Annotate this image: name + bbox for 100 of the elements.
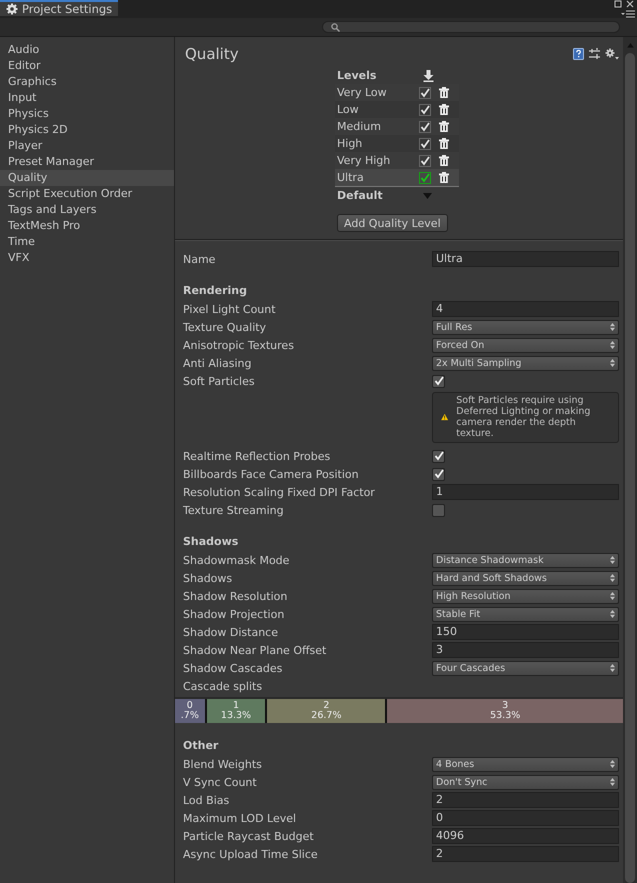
input-field[interactable]: 4096: [432, 828, 619, 844]
updown-arrows-icon: [610, 664, 615, 672]
add-quality-level-button[interactable]: Add Quality Level: [337, 214, 448, 232]
search-field[interactable]: [322, 21, 620, 33]
level-checkbox[interactable]: [419, 86, 431, 98]
trash-icon[interactable]: [439, 155, 449, 166]
property-label: Shadow Projection: [183, 608, 286, 620]
cascade-segment[interactable]: 0 .7%: [175, 699, 207, 723]
close-icon[interactable]: [626, 0, 634, 8]
property-label: Shadowmask Mode: [183, 554, 290, 566]
sidebar-item[interactable]: Time: [0, 234, 174, 250]
input-field[interactable]: 0: [432, 810, 619, 826]
cascade-percent: 13.3%: [220, 711, 252, 721]
updown-arrows-icon: [610, 760, 615, 768]
dropdown[interactable]: Forced On: [432, 338, 619, 352]
trash-icon[interactable]: [439, 172, 449, 183]
scrollbar[interactable]: [623, 37, 637, 883]
level-name: Low: [337, 103, 360, 116]
sidebar-item[interactable]: Preset Manager: [0, 154, 174, 170]
checkbox[interactable]: [432, 450, 445, 462]
input-field[interactable]: 1: [432, 484, 619, 500]
cascade-percent: .7%: [180, 711, 199, 721]
sidebar-item[interactable]: Graphics: [0, 74, 174, 90]
sidebar-item[interactable]: Script Execution Order: [0, 186, 174, 202]
sidebar-item[interactable]: Editor: [0, 58, 174, 74]
level-checkbox[interactable]: [419, 138, 431, 150]
menu-icon[interactable]: [621, 10, 635, 18]
name-input[interactable]: Ultra: [432, 251, 619, 267]
property-label: Blend Weights: [183, 758, 263, 770]
checkbox[interactable]: [432, 374, 445, 388]
property-label: Shadow Near Plane Offset: [183, 644, 328, 656]
cascade-segment[interactable]: 2 26.7%: [267, 699, 388, 723]
gear-icon: [6, 3, 18, 15]
sidebar-item[interactable]: Physics: [0, 106, 174, 122]
dropdown[interactable]: Hard and Soft Shadows: [432, 570, 619, 586]
level-name: Medium: [337, 120, 382, 133]
dropdown[interactable]: 4 Bones: [432, 756, 619, 772]
sliders-icon[interactable]: [589, 48, 600, 60]
updown-arrows-icon: [610, 592, 615, 600]
section-heading: Rendering: [182, 283, 248, 299]
input-field[interactable]: 2: [432, 846, 619, 862]
dropdown[interactable]: Four Cascades: [432, 660, 619, 676]
page-title: Quality: [185, 45, 239, 63]
sidebar-item[interactable]: Audio: [0, 42, 174, 58]
property-label: Particle Raycast Budget: [183, 830, 315, 842]
sidebar-item[interactable]: VFX: [0, 250, 174, 266]
updown-arrows-icon: [610, 556, 615, 564]
level-checkbox[interactable]: [419, 120, 431, 132]
property-label: Name: [183, 252, 216, 266]
dropdown[interactable]: High Resolution: [432, 588, 619, 604]
window-title: Project Settings: [22, 2, 112, 16]
input-field[interactable]: 150: [432, 624, 619, 640]
trash-icon[interactable]: [439, 121, 449, 132]
cascade-segment[interactable]: 1 13.3%: [206, 699, 268, 723]
maximize-icon[interactable]: [614, 0, 622, 8]
cascade-index: 1: [232, 701, 240, 711]
settings-icon[interactable]: [605, 48, 619, 60]
checkbox[interactable]: [432, 468, 445, 480]
property-label: Soft Particles: [183, 374, 256, 388]
property-label: Realtime Reflection Probes: [183, 450, 332, 462]
sidebar-item[interactable]: Quality: [0, 170, 174, 186]
sidebar-item[interactable]: Physics 2D: [0, 122, 174, 138]
sidebar-item[interactable]: Tags and Layers: [0, 202, 174, 218]
cascade-segment[interactable]: 3 53.3%: [387, 699, 623, 723]
updown-arrows-icon: [610, 610, 615, 618]
checkbox[interactable]: [432, 504, 445, 516]
cascade-index: 3: [502, 701, 508, 711]
dropdown[interactable]: Stable Fit: [432, 606, 619, 622]
input-field[interactable]: 4: [432, 301, 619, 317]
input-field[interactable]: 2: [432, 792, 619, 808]
level-checkbox[interactable]: [419, 154, 431, 166]
scroll-thumb[interactable]: [625, 52, 635, 883]
dropdown[interactable]: Full Res: [432, 320, 619, 334]
level-name: Ultra: [337, 171, 365, 184]
cascade-percent: 53.3%: [490, 711, 520, 721]
download-arrow-icon[interactable]: [423, 70, 434, 82]
property-label: Texture Quality: [183, 320, 268, 334]
property-label: Lod Bias: [183, 794, 230, 806]
input-field[interactable]: 3: [432, 642, 619, 658]
sidebar-item[interactable]: Player: [0, 138, 174, 154]
window-tab[interactable]: Project Settings: [0, 0, 118, 16]
help-book-icon[interactable]: [573, 48, 584, 60]
sidebar-item[interactable]: Input: [0, 90, 174, 106]
level-checkbox[interactable]: [419, 172, 431, 184]
property-label: Shadow Cascades: [183, 662, 284, 674]
dropdown[interactable]: Don't Sync: [432, 774, 619, 790]
level-checkbox[interactable]: [419, 104, 431, 116]
cascade-splits-bar[interactable]: 0 .7% 1 13.3% 2 26.7% 3 53.3%: [175, 697, 623, 723]
trash-icon[interactable]: [439, 138, 449, 149]
trash-icon[interactable]: [439, 104, 449, 115]
quality-level-row[interactable]: Ultra: [335, 169, 459, 187]
property-label: V Sync Count: [183, 776, 258, 788]
warning-text: Soft Particles require using Deferred Lighting or making camera render the depth texture.: [456, 395, 592, 439]
dropdown[interactable]: Distance Shadowmask: [432, 552, 619, 568]
updown-arrows-icon: [610, 778, 615, 786]
section-heading: Shadows: [182, 534, 240, 550]
cascade-percent: 26.7%: [311, 711, 342, 721]
dropdown[interactable]: 2x Multi Sampling: [432, 356, 619, 370]
trash-icon[interactable]: [439, 87, 449, 98]
sidebar-item[interactable]: TextMesh Pro: [0, 218, 174, 234]
